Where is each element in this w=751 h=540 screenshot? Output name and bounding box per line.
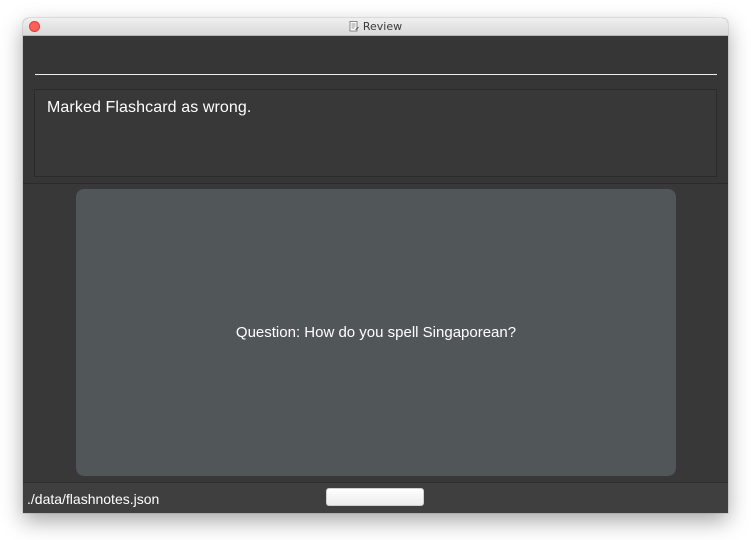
command-input[interactable]	[35, 46, 717, 75]
status-button[interactable]	[326, 488, 424, 506]
title-bar[interactable]: Review	[23, 18, 728, 36]
flashcard-question: Question: How do you spell Singaporean?	[235, 324, 517, 341]
result-display: Marked Flashcard as wrong.	[34, 89, 717, 177]
document-edit-icon	[349, 21, 359, 32]
flashcard[interactable]: Question: How do you spell Singaporean?	[76, 189, 676, 476]
command-box	[23, 36, 728, 84]
window-title: Review	[362, 20, 403, 33]
window-title-group: Review	[23, 18, 728, 35]
result-message: Marked Flashcard as wrong.	[47, 99, 252, 116]
flashcard-panel: Question: How do you spell Singaporean?	[23, 184, 728, 482]
app-window: Review Marked Flashcard as wrong. Questi…	[23, 18, 728, 513]
status-bar: ./data/flashnotes.json	[23, 482, 728, 513]
data-file-path: ./data/flashnotes.json	[27, 491, 160, 507]
